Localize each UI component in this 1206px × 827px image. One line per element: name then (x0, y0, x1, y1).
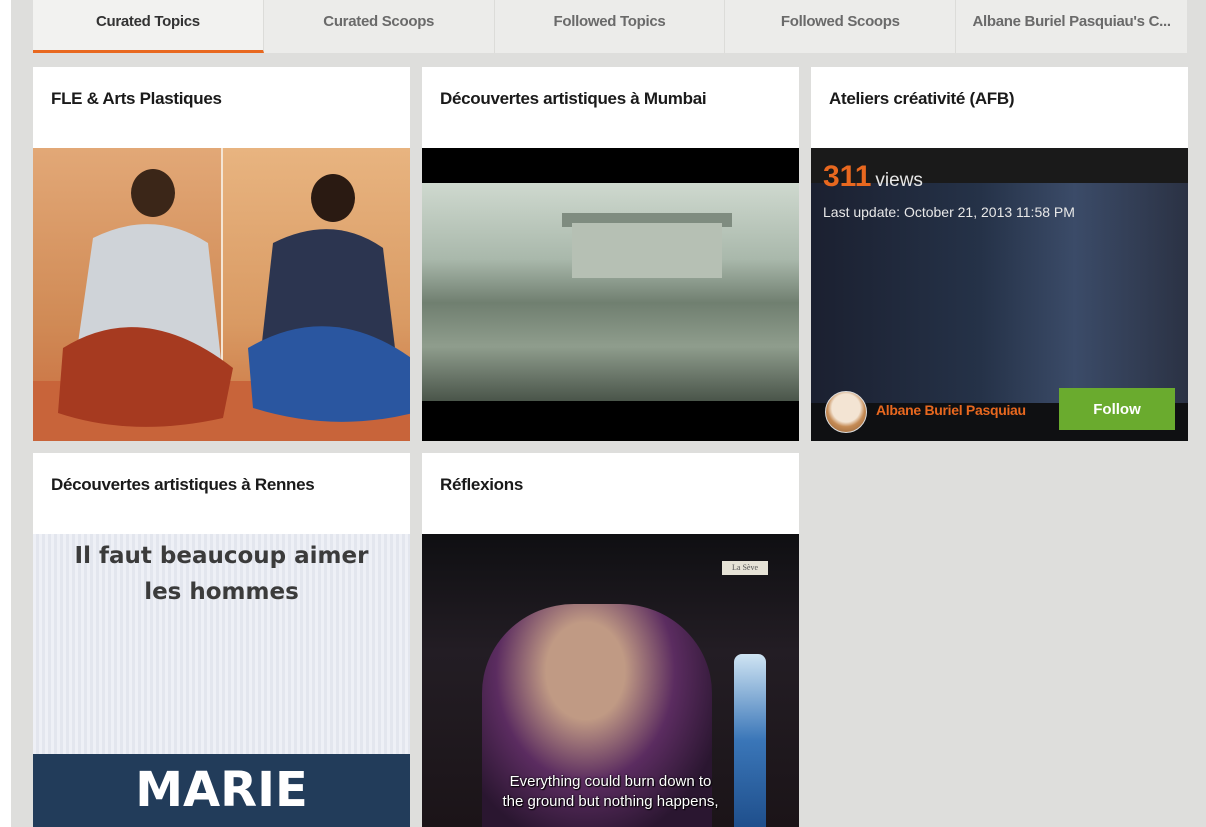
topic-tabs: Curated Topics Curated Scoops Followed T… (33, 0, 1187, 53)
portrait-figures (58, 169, 410, 427)
topic-card-image[interactable] (33, 148, 410, 441)
topic-card-overlay[interactable]: 311 views Last update: October 21, 2013 1… (811, 148, 1188, 441)
topic-card-rennes[interactable]: Découvertes artistiques à Rennes Il faut… (33, 453, 410, 827)
topic-card-ateliers[interactable]: Ateliers créativité (AFB) 311 views Last … (811, 67, 1188, 441)
tab-followed-scoops[interactable]: Followed Scoops (725, 0, 957, 53)
topic-card-reflexions[interactable]: Réflexions La Sève Everything could burn… (422, 453, 799, 827)
subtitle-line-1: Everything could burn down to (509, 773, 712, 790)
follow-button[interactable]: Follow (1059, 388, 1175, 430)
last-update: Last update: October 21, 2013 11:58 PM (823, 204, 1075, 220)
topic-card-mumbai[interactable]: Découvertes artistiques à Mumbai (422, 67, 799, 441)
subtitle-line-2: the ground but nothing happens, (502, 793, 719, 810)
book-cover-name: MARIE (135, 762, 308, 818)
book-cover-line-2: les hommes (144, 579, 299, 605)
author-name[interactable]: Albane Buriel Pasquiau (876, 402, 1026, 418)
topic-card-fle-arts[interactable]: FLE & Arts Plastiques (33, 67, 410, 441)
topic-card-image[interactable]: Il faut beaucoup aimer les hommes MARIE (33, 534, 410, 827)
views-count: 311 (823, 160, 872, 193)
video-still (422, 183, 799, 401)
topic-card-title[interactable]: Ateliers créativité (AFB) (811, 67, 1188, 148)
topic-card-title[interactable]: Découvertes artistiques à Rennes (33, 453, 410, 534)
book-cover-line-1: Il faut beaucoup aimer (74, 543, 369, 569)
video-subtitle: Everything could burn down to the ground… (422, 772, 799, 812)
topic-card-image[interactable] (422, 148, 799, 441)
views-label: views (875, 170, 923, 191)
tab-user-collection[interactable]: Albane Buriel Pasquiau's C... (956, 0, 1187, 53)
left-margin (0, 0, 11, 827)
topic-card-title[interactable]: Découvertes artistiques à Mumbai (422, 67, 799, 148)
tab-curated-scoops[interactable]: Curated Scoops (264, 0, 495, 53)
book-cover-title: Il faut beaucoup aimer les hommes (33, 538, 410, 610)
avatar[interactable] (825, 391, 867, 433)
topic-card-image[interactable]: La Sève Everything could burn down to th… (422, 534, 799, 827)
topic-card-title[interactable]: Réflexions (422, 453, 799, 534)
building (572, 223, 722, 278)
topic-card-title[interactable]: FLE & Arts Plastiques (33, 67, 410, 148)
views-counter: 311 views (823, 160, 923, 194)
tab-curated-topics[interactable]: Curated Topics (33, 0, 264, 53)
tab-followed-topics[interactable]: Followed Topics (495, 0, 726, 53)
channel-logo: La Sève (722, 561, 768, 575)
book-cover-band: MARIE (33, 754, 410, 827)
